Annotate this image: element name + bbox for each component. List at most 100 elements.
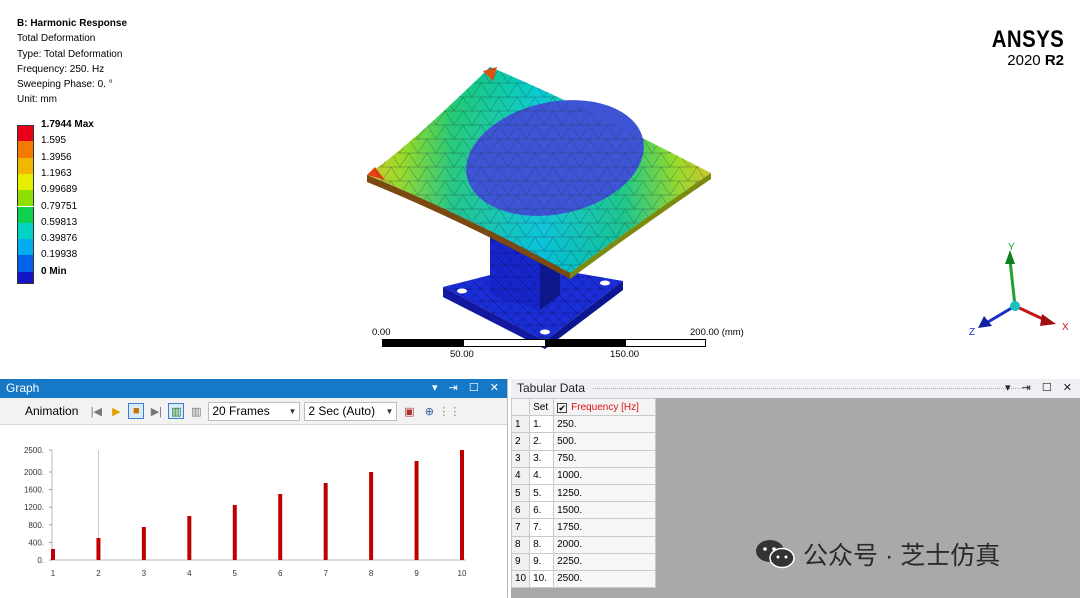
options-icon[interactable]: ⋮⋮: [438, 403, 460, 419]
legend-entry: 1.1963: [17, 168, 157, 191]
bar: [414, 461, 419, 560]
set-cell[interactable]: 8.: [529, 535, 555, 554]
checkbox-icon[interactable]: ✔: [557, 402, 568, 413]
duration-value: 2 Sec (Auto): [308, 404, 376, 418]
graph-panel-header: Graph ▾ ⇥ ☐ ✕: [0, 379, 507, 398]
coordinate-triad[interactable]: Y X Z: [960, 238, 1075, 338]
skip-back-icon[interactable]: |◀: [88, 403, 104, 419]
deformation-model[interactable]: [355, 55, 725, 350]
y-tick-label: 1200.: [24, 503, 44, 512]
row-number-cell[interactable]: 8: [510, 535, 531, 554]
zoom-icon[interactable]: ⊕: [421, 403, 437, 419]
table-row[interactable]: 10 10. 2500.: [510, 569, 657, 589]
frames-select[interactable]: 20 Frames ▼: [208, 401, 301, 421]
stop-icon[interactable]: ■: [128, 403, 145, 419]
triad-y-label: Y: [1008, 242, 1015, 253]
duration-select[interactable]: 2 Sec (Auto) ▼: [304, 401, 398, 421]
legend-entry: 0.39876: [17, 233, 157, 256]
table-row[interactable]: 4 4. 1000.: [510, 466, 657, 485]
row-number-cell[interactable]: 1: [510, 415, 531, 434]
row-number-cell[interactable]: 2: [510, 432, 531, 451]
result-name: Total Deformation: [17, 33, 96, 45]
legend-entry: 0.59813: [17, 217, 157, 240]
row-number-cell[interactable]: 3: [510, 449, 531, 468]
frequency-cell[interactable]: 1750.: [553, 518, 657, 537]
bar: [96, 538, 101, 560]
row-number-cell[interactable]: 7: [510, 518, 531, 537]
x-tick-label: 5: [233, 569, 238, 578]
set-cell[interactable]: 10.: [529, 569, 555, 589]
set-cell[interactable]: 2.: [529, 432, 555, 451]
legend-label: 0.39876: [41, 233, 78, 245]
frequency-bar-chart[interactable]: 0. 400. 800. 1200. 1600. 2000. 2500. 1 2 3 4 5 6 7 8 9 1…: [0, 426, 508, 598]
frequency-cell[interactable]: 750.: [553, 449, 657, 468]
legend-entry: 0.19938: [17, 249, 157, 272]
x-tick-label: 4: [187, 569, 192, 578]
table-panel-title: Tabular Data: [517, 381, 586, 395]
frequency-cell[interactable]: 1500.: [553, 501, 657, 520]
frequency-cell[interactable]: 250.: [553, 415, 657, 434]
frequency-cell[interactable]: 1250.: [553, 483, 657, 503]
table-panel-window-buttons[interactable]: ▾ ⇥ ☐ ✕: [1005, 379, 1076, 398]
row-number-cell[interactable]: 5: [510, 483, 531, 503]
legend-color-swatch: [17, 222, 34, 240]
bar: [141, 527, 146, 560]
watermark-text: 公众号 · 芝士仿真: [803, 542, 1001, 570]
row-number-cell[interactable]: 9: [510, 552, 531, 571]
frequency-cell[interactable]: 1000.: [553, 466, 657, 485]
x-tick-label: 6: [278, 569, 283, 578]
y-tick-label: 1600.: [24, 486, 44, 495]
scale-bar: [382, 339, 706, 347]
set-cell[interactable]: 4.: [529, 466, 555, 485]
result-unit: Unit: mm: [17, 94, 57, 106]
distributed-frames-icon[interactable]: ▥: [168, 403, 185, 419]
frequency-cell[interactable]: 2000.: [553, 535, 657, 554]
table-row[interactable]: 6 6. 1500.: [510, 501, 657, 520]
graph-panel-title: Graph: [6, 381, 40, 395]
set-cell[interactable]: 5.: [529, 483, 555, 503]
set-cell[interactable]: 6.: [529, 501, 555, 520]
row-number-cell[interactable]: 6: [510, 501, 531, 520]
table-row[interactable]: 9 9. 2250.: [510, 552, 657, 571]
table-panel-header: Tabular Data ▾ ⇥ ☐ ✕: [511, 379, 1080, 398]
export-video-icon[interactable]: ▣: [401, 403, 417, 419]
frequency-table: Set ✔ Frequency [Hz] 1 1. 250. 2 2. 500. 3 3. 750…: [510, 397, 657, 589]
set-cell[interactable]: 9.: [529, 552, 555, 571]
legend-color-swatch: [17, 255, 34, 272]
legend-label: 1.3956: [41, 151, 72, 163]
animation-label: Animation: [25, 404, 79, 418]
table-row[interactable]: 8 8. 2000.: [510, 535, 657, 554]
y-tick-label: 2500.: [24, 446, 44, 455]
row-number-cell[interactable]: 10: [510, 569, 531, 589]
frequency-cell[interactable]: 2500.: [553, 569, 657, 589]
legend-color-swatch: [17, 271, 34, 284]
bar: [232, 505, 237, 560]
graph-panel-window-buttons[interactable]: ▾ ⇥ ☐ ✕: [432, 379, 503, 398]
table-row[interactable]: 3 3. 750.: [510, 449, 657, 468]
table-row[interactable]: 1 1. 250.: [510, 415, 657, 434]
row-number-cell[interactable]: 4: [510, 466, 531, 485]
table-row[interactable]: 2 2. 500.: [510, 432, 657, 451]
triad-z-label: Z: [969, 327, 975, 338]
frequency-cell[interactable]: 500.: [553, 432, 657, 451]
set-cell[interactable]: 3.: [529, 449, 555, 468]
skip-forward-icon[interactable]: ▶|: [148, 403, 164, 419]
bar: [187, 516, 192, 560]
table-row[interactable]: 7 7. 1750.: [510, 518, 657, 537]
result-sets-icon[interactable]: ▥: [188, 403, 204, 419]
table-row[interactable]: 5 5. 1250.: [510, 483, 657, 503]
set-cell[interactable]: 7.: [529, 518, 555, 537]
bar: [51, 549, 55, 560]
set-column-header[interactable]: Set: [529, 397, 555, 417]
ansys-logo: ANSYS 2020 R2: [979, 26, 1064, 69]
frequency-cell[interactable]: 2250.: [553, 552, 657, 571]
graphics-viewport[interactable]: B: Harmonic Response Total Deformation T…: [0, 0, 1080, 378]
bar: [278, 494, 283, 560]
scale-end: 200.00 (mm): [690, 327, 744, 338]
x-tick-label: 7: [323, 569, 328, 578]
play-icon[interactable]: ▶: [108, 403, 124, 419]
x-tick-label: 2: [96, 569, 101, 578]
set-cell[interactable]: 1.: [529, 415, 555, 434]
frequency-column-header[interactable]: ✔ Frequency [Hz]: [553, 397, 657, 417]
legend-label: 1.1963: [41, 167, 72, 179]
